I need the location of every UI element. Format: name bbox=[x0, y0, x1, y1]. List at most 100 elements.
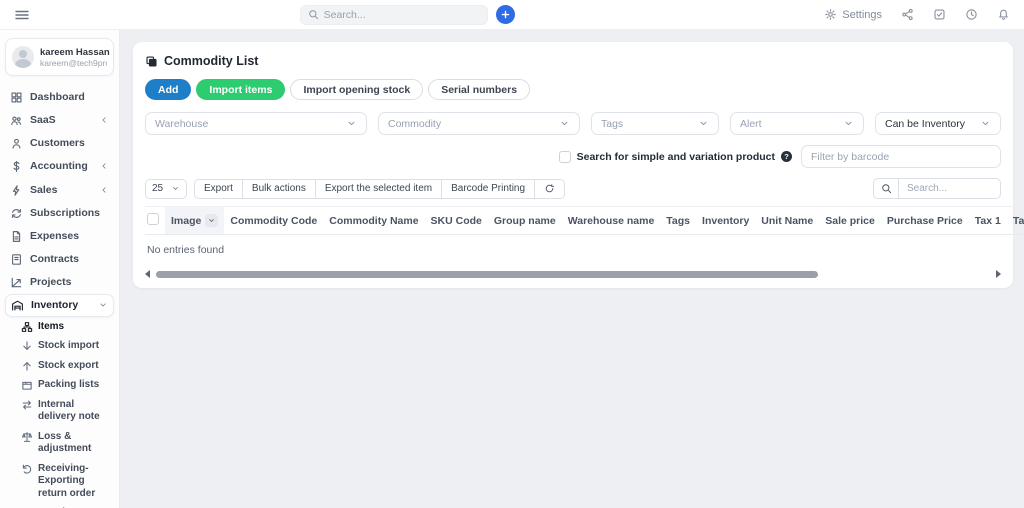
can-be-inventory-filter-select[interactable]: Can be Inventory bbox=[875, 112, 1001, 135]
projects-icon bbox=[10, 276, 23, 289]
export-selected-button[interactable]: Export the selected item bbox=[315, 178, 443, 199]
plus-icon bbox=[500, 9, 511, 20]
sidebar-item-subscriptions[interactable]: Subscriptions bbox=[5, 202, 114, 225]
chevron-down-icon bbox=[207, 216, 216, 225]
sidebar-item-label: Dashboard bbox=[30, 91, 85, 103]
sort-toggle[interactable] bbox=[205, 214, 219, 227]
sidebar-subitem-stock-export[interactable]: Stock export bbox=[18, 356, 114, 376]
scroll-right-arrow[interactable] bbox=[996, 270, 1001, 278]
quick-add-button[interactable] bbox=[495, 5, 515, 24]
select-all-checkbox[interactable] bbox=[147, 213, 159, 225]
variation-search-toggle[interactable]: Search for simple and variation product … bbox=[558, 150, 792, 163]
chevron-down-icon bbox=[346, 118, 357, 129]
serial-numbers-button[interactable]: Serial numbers bbox=[428, 79, 531, 100]
column-tax-2[interactable]: Tax 2 bbox=[1006, 206, 1024, 235]
table-search-button[interactable] bbox=[873, 178, 899, 199]
sidebar-item-label: Items bbox=[38, 320, 65, 332]
sidebar-item-sales[interactable]: Sales bbox=[5, 179, 114, 202]
dollar-icon bbox=[10, 160, 23, 173]
scrollbar-thumb[interactable] bbox=[156, 270, 819, 278]
sidebar-subitem-items[interactable]: Items bbox=[18, 317, 114, 337]
warehouse-filter-select[interactable]: Warehouse bbox=[145, 112, 367, 135]
import-items-button[interactable]: Import items bbox=[196, 79, 286, 100]
gear-icon bbox=[824, 8, 837, 21]
column-image[interactable]: Image bbox=[165, 206, 225, 235]
chevron-down-icon bbox=[843, 118, 854, 129]
info-icon[interactable]: ? bbox=[781, 151, 792, 162]
column-warehouse-name[interactable]: Warehouse name bbox=[561, 206, 661, 235]
sidebar-subitem-stock-import[interactable]: Stock import bbox=[18, 337, 114, 357]
chevron-down-icon bbox=[980, 118, 991, 129]
column-group-name[interactable]: Group name bbox=[487, 206, 562, 235]
table-header-row: Image Commodity Code Commodity Name SKU … bbox=[145, 206, 1024, 235]
table-actions-group: Export Bulk actions Export the selected … bbox=[194, 178, 566, 199]
warehouse-filter-value: Warehouse bbox=[155, 117, 209, 130]
sidebar-subitem-return-order[interactable]: Receiving-Exporting return order bbox=[18, 459, 114, 504]
column-sale-price[interactable]: Sale price bbox=[819, 206, 881, 235]
contract-icon bbox=[10, 253, 23, 266]
cycle-icon bbox=[10, 207, 23, 220]
sidebar-item-projects[interactable]: Projects bbox=[5, 271, 114, 294]
user-name: kareem Hassan bbox=[40, 46, 110, 58]
scrollbar-track[interactable] bbox=[154, 270, 992, 278]
barcode-printing-button[interactable]: Barcode Printing bbox=[442, 178, 536, 199]
add-button[interactable]: Add bbox=[145, 79, 192, 100]
refresh-button[interactable] bbox=[535, 178, 566, 199]
sidebar-item-inventory[interactable]: Inventory bbox=[5, 294, 114, 318]
search-icon bbox=[308, 9, 319, 20]
copy-icon bbox=[145, 55, 158, 68]
sidebar-item-contracts[interactable]: Contracts bbox=[5, 248, 114, 271]
commodity-table: Image Commodity Code Commodity Name SKU … bbox=[145, 206, 1024, 235]
table-search bbox=[873, 178, 1001, 199]
column-sku-code[interactable]: SKU Code bbox=[424, 206, 488, 235]
sidebar-subitem-packing-lists[interactable]: Packing lists bbox=[18, 376, 114, 396]
import-opening-stock-button[interactable]: Import opening stock bbox=[290, 79, 424, 100]
user-icon bbox=[10, 137, 23, 150]
sidebar-item-customers[interactable]: Customers bbox=[5, 132, 114, 155]
commodity-list-card: Commodity List Add Import items Import o… bbox=[133, 42, 1024, 288]
sidebar-item-saas[interactable]: SaaS bbox=[5, 109, 114, 132]
dashboard-icon bbox=[10, 91, 23, 104]
chevron-left-icon bbox=[99, 115, 109, 125]
column-tax-1[interactable]: Tax 1 bbox=[968, 206, 1007, 235]
bell-icon[interactable] bbox=[997, 8, 1010, 21]
sidebar-item-dashboard[interactable]: Dashboard bbox=[5, 86, 114, 109]
bulk-actions-button[interactable]: Bulk actions bbox=[242, 178, 316, 199]
column-purchase-price[interactable]: Purchase Price bbox=[880, 206, 969, 235]
column-tags[interactable]: Tags bbox=[660, 206, 697, 235]
global-search[interactable] bbox=[299, 4, 488, 25]
column-commodity-name[interactable]: Commodity Name bbox=[323, 206, 425, 235]
sidebar-item-label: Stock import bbox=[38, 340, 100, 352]
column-commodity-code[interactable]: Commodity Code bbox=[224, 206, 324, 235]
sidebar-subitem-internal-delivery-note[interactable]: Internal delivery note bbox=[18, 395, 114, 427]
scroll-left-arrow[interactable] bbox=[145, 270, 150, 278]
sidebar: kareem Hassan kareem@tech9pros.c... Dash… bbox=[0, 30, 120, 508]
sidebar-subitem-loss-adjustment[interactable]: Loss & adjustment bbox=[18, 427, 114, 459]
user-profile-card[interactable]: kareem Hassan kareem@tech9pros.c... bbox=[5, 38, 114, 76]
sidebar-item-accounting[interactable]: Accounting bbox=[5, 155, 114, 178]
sidebar-item-expenses[interactable]: Expenses bbox=[5, 225, 114, 248]
page-size-select[interactable]: 25 bbox=[145, 178, 187, 199]
avatar bbox=[12, 46, 34, 68]
clock-icon[interactable] bbox=[965, 8, 978, 21]
variation-search-label: Search for simple and variation product bbox=[576, 150, 775, 163]
check-square-icon[interactable] bbox=[933, 8, 946, 21]
alert-filter-select[interactable]: Alert bbox=[730, 112, 864, 135]
share-icon[interactable] bbox=[901, 8, 914, 21]
column-inventory[interactable]: Inventory bbox=[696, 206, 756, 235]
table-search-input[interactable] bbox=[899, 178, 1001, 199]
chevron-down-icon bbox=[171, 184, 180, 193]
global-search-input[interactable] bbox=[323, 8, 480, 21]
barcode-filter-input[interactable] bbox=[801, 145, 1001, 168]
main-area: Commodity List Add Import items Import o… bbox=[120, 30, 1024, 508]
column-unit-name[interactable]: Unit Name bbox=[755, 206, 820, 235]
sidebar-subitem-warehouse[interactable]: Warehouse bbox=[18, 504, 114, 508]
horizontal-scrollbar bbox=[145, 268, 1001, 284]
settings-menu[interactable]: Settings bbox=[824, 8, 882, 21]
tags-filter-select[interactable]: Tags bbox=[591, 112, 719, 135]
commodity-filter-select[interactable]: Commodity bbox=[378, 112, 580, 135]
variation-search-checkbox[interactable] bbox=[558, 150, 571, 163]
alert-filter-value: Alert bbox=[740, 117, 762, 130]
refresh-icon bbox=[544, 183, 555, 194]
export-button[interactable]: Export bbox=[194, 178, 243, 199]
